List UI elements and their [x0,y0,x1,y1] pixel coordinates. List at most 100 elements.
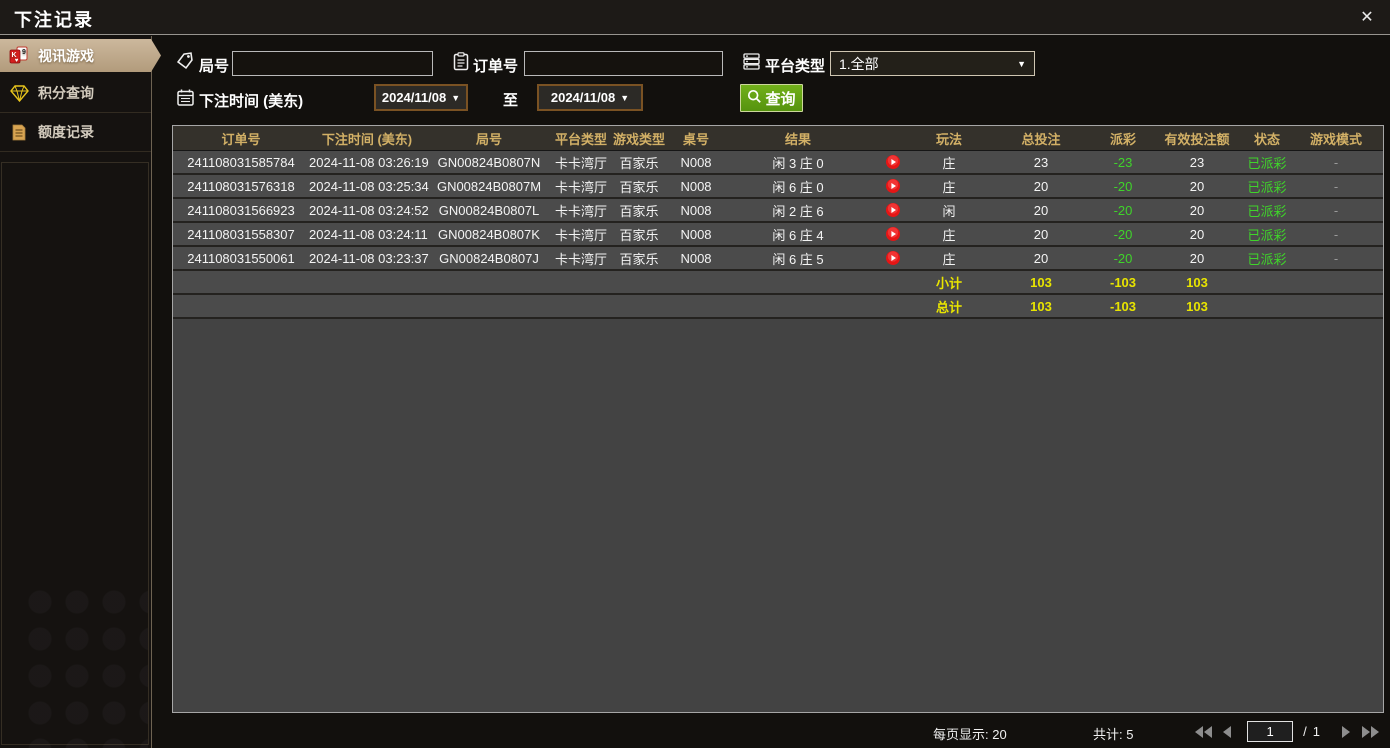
play-video-icon[interactable] [873,227,913,241]
play-video-icon[interactable] [873,179,913,193]
search-button-label: 查询 [765,90,796,108]
last-page-icon[interactable] [1358,722,1382,742]
column-header: 下注时间 (美东) [321,131,413,147]
total-label: 小计 [935,275,962,291]
column-header: 游戏类型 [612,131,665,147]
cell-round: GN00824B0807K [438,226,540,242]
cell-order-id: 241108031558307 [187,226,295,242]
bet-time-label: 下注时间 (美东) [199,93,304,110]
sidebar-item-points-query[interactable]: 积分查询 [0,74,151,113]
prev-page-icon[interactable] [1215,722,1239,742]
cell-valid-bet: 23 [1189,154,1205,170]
sidebar-item-label: 视讯游戏 [38,47,94,64]
document-icon [9,123,29,142]
next-page-icon[interactable] [1334,722,1358,742]
cell-play: 庄 [942,251,956,267]
cell-platform: 卡卡湾厅 [554,203,607,219]
total-cell: 103 [1030,298,1052,314]
play-video-icon[interactable] [873,155,913,169]
cell-time: 2024-11-08 03:23:37 [309,250,429,266]
column-header: 订单号 [221,131,261,147]
cell-result: 闲 6 庄 4 [723,225,913,244]
total-cell: 103 [1186,298,1208,314]
cell-platform: 卡卡湾厅 [554,179,607,195]
playing-cards-icon: 9 K ♥ [9,46,29,65]
sidebar-item-video-games[interactable]: 9 K ♥ 视讯游戏 [0,39,161,72]
result-text: 闲 6 庄 0 [772,179,824,195]
cell-payout: -20 [1113,250,1133,266]
date-from-value: 2024/11/08 [381,90,447,105]
platform-type-value: 1.全部 [839,55,879,72]
total-row: 小计 103 -103 103 [173,271,1383,295]
cell-table-no: N008 [680,250,712,266]
clipboard-icon [452,52,471,71]
platform-type-select[interactable]: 1.全部 ▼ [830,51,1035,76]
page-number-input[interactable]: 1 [1247,721,1294,742]
cell-status: 已派彩 [1247,251,1287,267]
cell-total-bet: 20 [1033,178,1049,194]
table-row: 241108031550061 2024-11-08 03:23:37 GN0082… [173,247,1383,271]
date-to-value: 2024/11/08 [550,90,616,105]
round-number-label: 局号 [199,58,230,75]
cell-game-type: 百家乐 [619,179,659,195]
sidebar-item-label: 额度记录 [38,124,94,140]
platform-type-label: 平台类型 [765,58,826,75]
cell-play: 庄 [942,227,956,243]
cell-status: 已派彩 [1247,227,1287,243]
dropdown-arrow-icon: ▼ [451,92,461,103]
table-body: 241108031585784 2024-11-08 03:26:19 GN0082… [173,151,1383,319]
cell-total-bet: 20 [1033,250,1049,266]
cell-order-id: 241108031585784 [187,154,295,170]
play-video-icon[interactable] [873,203,913,217]
date-to-picker[interactable]: 2024/11/08 ▼ [537,84,643,111]
cell-result: 闲 6 庄 0 [723,177,913,196]
search-button[interactable]: 查询 [740,84,803,112]
cell-time: 2024-11-08 03:24:11 [309,226,428,242]
background-roadmap-ghost [22,584,148,748]
search-icon [747,89,762,108]
cell-total-bet: 23 [1033,154,1049,170]
result-text: 闲 3 庄 0 [772,155,824,171]
platform-list-icon [742,52,761,71]
cell-total-bet: 20 [1033,226,1049,242]
cell-game-type: 百家乐 [619,227,659,243]
dropdown-arrow-icon: ▼ [1017,58,1026,69]
column-header: 游戏模式 [1309,131,1362,147]
cell-time: 2024-11-08 03:25:34 [309,178,429,194]
cell-round: GN00824B0807J [439,250,539,266]
sidebar: 9 K ♥ 视讯游戏 积分查询 额度记录 [0,36,161,748]
cell-payout: -20 [1113,202,1133,218]
result-text: 闲 6 庄 4 [772,227,824,243]
per-page-label: 每页显示: 20 [933,727,1007,742]
calendar-icon [176,88,195,107]
first-page-icon[interactable] [1191,722,1215,742]
column-header: 总投注 [1021,131,1061,147]
sidebar-item-quota-records[interactable]: 额度记录 [0,113,151,152]
cell-payout: -20 [1113,226,1133,242]
cell-table-no: N008 [680,202,712,218]
date-from-picker[interactable]: 2024/11/08 ▼ [374,84,468,111]
page-title: 下注记录 [14,10,94,30]
cell-play: 闲 [942,203,956,219]
order-number-input[interactable] [524,51,723,76]
cell-valid-bet: 20 [1189,178,1205,194]
table-row: 241108031566923 2024-11-08 03:24:52 GN0082… [173,199,1383,223]
table-header: 订单号 下注时间 (美东) 局号 平台类型 游戏类型 桌号 结果 玩法 总投注 派彩 有效投注额 状态… [173,126,1383,151]
cell-valid-bet: 20 [1189,226,1205,242]
cell-game-type: 百家乐 [619,155,659,171]
close-icon[interactable]: ✕ [1356,7,1378,29]
play-video-icon[interactable] [873,251,913,265]
cell-payout: -20 [1113,178,1133,194]
cell-platform: 卡卡湾厅 [554,155,607,171]
cell-valid-bet: 20 [1189,202,1205,218]
title-bar: 下注记录 ✕ [0,0,1390,35]
column-header: 桌号 [682,131,709,147]
to-label: 至 [503,92,519,109]
cell-game-type: 百家乐 [619,203,659,219]
page-separator: / [1303,724,1307,739]
svg-text:9: 9 [22,49,26,56]
round-number-input[interactable] [232,51,433,76]
cell-status: 已派彩 [1247,155,1287,171]
order-number-label: 订单号 [473,58,519,75]
result-text: 闲 2 庄 6 [772,203,824,219]
